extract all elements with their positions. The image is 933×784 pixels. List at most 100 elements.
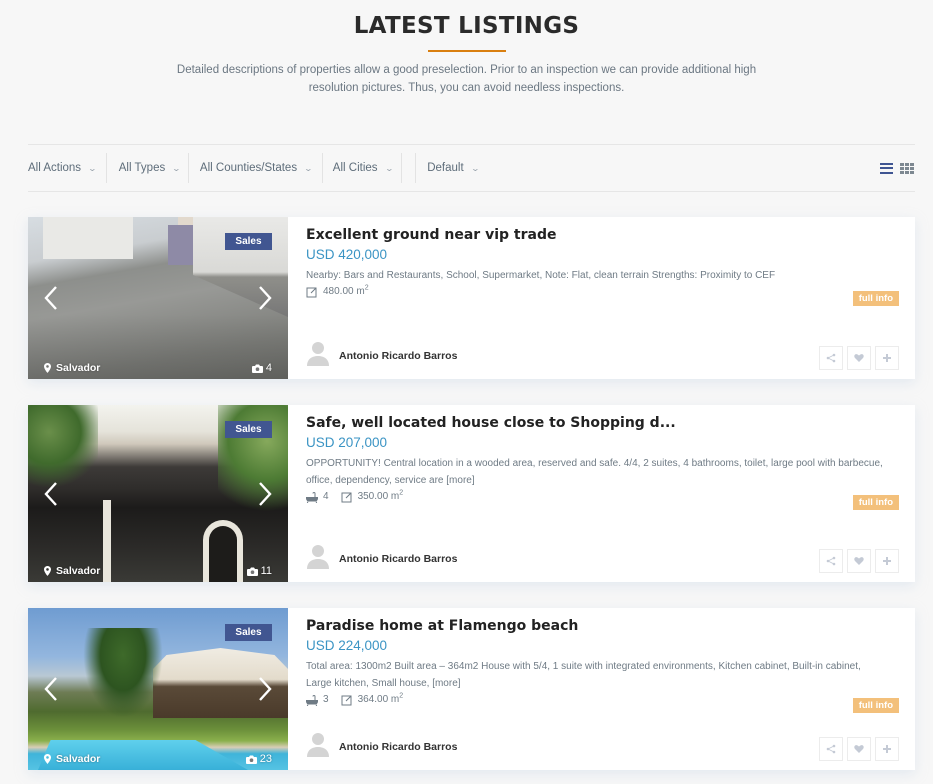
listing-actions: [819, 737, 899, 761]
favorite-button[interactable]: [847, 549, 871, 573]
listing-properties: 4 350.00 m2: [306, 490, 899, 504]
agent-name: Antonio Ricardo Barros: [339, 349, 458, 362]
filter-actions-dropdown[interactable]: All Actions ⌄: [28, 153, 106, 183]
status-badge: Sales: [225, 624, 272, 641]
share-button[interactable]: [819, 737, 843, 761]
chevron-right-icon[interactable]: [256, 675, 274, 703]
sort-dropdown[interactable]: Default ⌄: [416, 153, 480, 183]
listing-description: OPPORTUNITY! Central location in a woode…: [306, 458, 883, 486]
section-description: Detailed descriptions of properties allo…: [176, 64, 757, 94]
agent[interactable]: Antonio Ricardo Barros: [306, 731, 457, 762]
location-label: Salvador: [56, 362, 101, 374]
divider: [401, 153, 403, 183]
listing-photo[interactable]: Sales Salvador 23: [28, 608, 288, 770]
plus-icon: [883, 745, 891, 753]
status-badge: Sales: [225, 421, 272, 438]
area-icon: [306, 287, 317, 297]
area: 350.00 m2: [341, 490, 403, 504]
listing-photo[interactable]: Sales Salvador 11: [28, 405, 288, 582]
bathrooms: 4: [306, 490, 329, 504]
listing-price: USD 420,000: [306, 247, 388, 262]
heart-icon: [854, 557, 864, 565]
bathrooms: 3: [306, 693, 329, 707]
listing-photo[interactable]: Sales Salvador 4: [28, 217, 288, 379]
listing-price: USD 207,000: [306, 435, 388, 450]
favorite-button[interactable]: [847, 737, 871, 761]
more-link[interactable]: [more]: [446, 475, 474, 486]
filter-counties-dropdown[interactable]: All Counties/States ⌄: [189, 153, 322, 183]
chevron-left-icon[interactable]: [42, 480, 60, 508]
chevron-down-icon: ⌄: [384, 163, 394, 173]
bathtub-icon: [306, 491, 318, 503]
listing-info: Safe, well located house close to Shoppi…: [306, 405, 899, 582]
photo-count: 23: [245, 753, 272, 765]
listing-card: Sales Salvador 23 Paradise home at Flame…: [28, 608, 915, 770]
filter-types-label: All Types: [118, 162, 166, 174]
share-button[interactable]: [819, 549, 843, 573]
chevron-down-icon: ⌄: [303, 163, 314, 173]
status-badge: Sales: [225, 233, 272, 250]
section-header: LATEST LISTINGS Detailed descriptions of…: [0, 0, 933, 97]
filter-cities-dropdown[interactable]: All Cities ⌄: [323, 153, 401, 183]
heart-icon: [854, 745, 864, 753]
listing-price: USD 224,000: [306, 638, 388, 653]
avatar: [306, 340, 330, 371]
list-view-icon[interactable]: [880, 162, 893, 174]
chevron-left-icon[interactable]: [42, 284, 60, 312]
filter-actions-label: All Actions: [28, 162, 82, 174]
location: Salvador: [44, 362, 100, 374]
listing-card: Sales Salvador 4 Excellent ground near v…: [28, 217, 915, 379]
share-icon: [826, 744, 836, 754]
listing-properties: 480.00 m2: [306, 285, 899, 299]
full-info-button[interactable]: full info: [852, 291, 899, 306]
bathtub-icon: [306, 694, 318, 706]
chevron-down-icon: ⌄: [470, 163, 480, 173]
compare-button[interactable]: [875, 737, 899, 761]
compare-button[interactable]: [875, 549, 899, 573]
grid-view-icon[interactable]: [900, 162, 914, 174]
heart-icon: [854, 354, 864, 362]
listing-description: Nearby: Bars and Restaurants, School, Su…: [306, 270, 776, 281]
chevron-right-icon[interactable]: [256, 284, 274, 312]
listing-title[interactable]: Safe, well located house close to Shoppi…: [306, 415, 899, 432]
filter-bar: All Actions ⌄ All Types ⌄ All Counties/S…: [28, 144, 915, 192]
full-info-button[interactable]: full info: [852, 495, 899, 510]
listing-info: Paradise home at Flamengo beach USD 224,…: [306, 608, 899, 770]
more-link[interactable]: [more]: [432, 678, 460, 689]
listing-description: Total area: 1300m2 Built area – 364m2 Ho…: [306, 661, 861, 689]
map-pin-icon: [44, 754, 51, 764]
plus-icon: [883, 354, 891, 362]
full-info-button[interactable]: full info: [852, 698, 899, 713]
listing-info: Excellent ground near vip trade USD 420,…: [306, 217, 899, 379]
area-icon: [341, 695, 352, 705]
filter-types-dropdown[interactable]: All Types ⌄: [107, 153, 188, 183]
listing-card: Sales Salvador 11 Safe, well located hou…: [28, 405, 915, 582]
area-icon: [341, 492, 352, 502]
filter-counties-label: All Counties/States: [199, 162, 298, 174]
listing-title[interactable]: Paradise home at Flamengo beach: [306, 618, 899, 635]
avatar: [306, 731, 330, 762]
map-pin-icon: [44, 566, 51, 576]
chevron-down-icon: ⌄: [171, 163, 182, 173]
chevron-left-icon[interactable]: [42, 675, 60, 703]
sort-label: Default: [427, 162, 464, 174]
map-pin-icon: [44, 363, 51, 373]
location: Salvador: [44, 565, 100, 577]
view-toggle: [880, 162, 915, 174]
share-button[interactable]: [819, 346, 843, 370]
chevron-right-icon[interactable]: [256, 480, 274, 508]
agent-name: Antonio Ricardo Barros: [339, 552, 458, 565]
camera-icon: [251, 364, 263, 373]
compare-button[interactable]: [875, 346, 899, 370]
camera-icon: [246, 567, 258, 576]
agent[interactable]: Antonio Ricardo Barros: [306, 340, 457, 371]
avatar: [306, 543, 330, 574]
agent[interactable]: Antonio Ricardo Barros: [306, 543, 457, 574]
listing-title[interactable]: Excellent ground near vip trade: [306, 227, 899, 244]
page-title: LATEST LISTINGS: [353, 13, 580, 39]
listing-actions: [819, 549, 899, 573]
listing-properties: 3 364.00 m2: [306, 693, 899, 707]
photo-count: 4: [251, 362, 272, 374]
favorite-button[interactable]: [847, 346, 871, 370]
area: 364.00 m2: [341, 693, 403, 707]
